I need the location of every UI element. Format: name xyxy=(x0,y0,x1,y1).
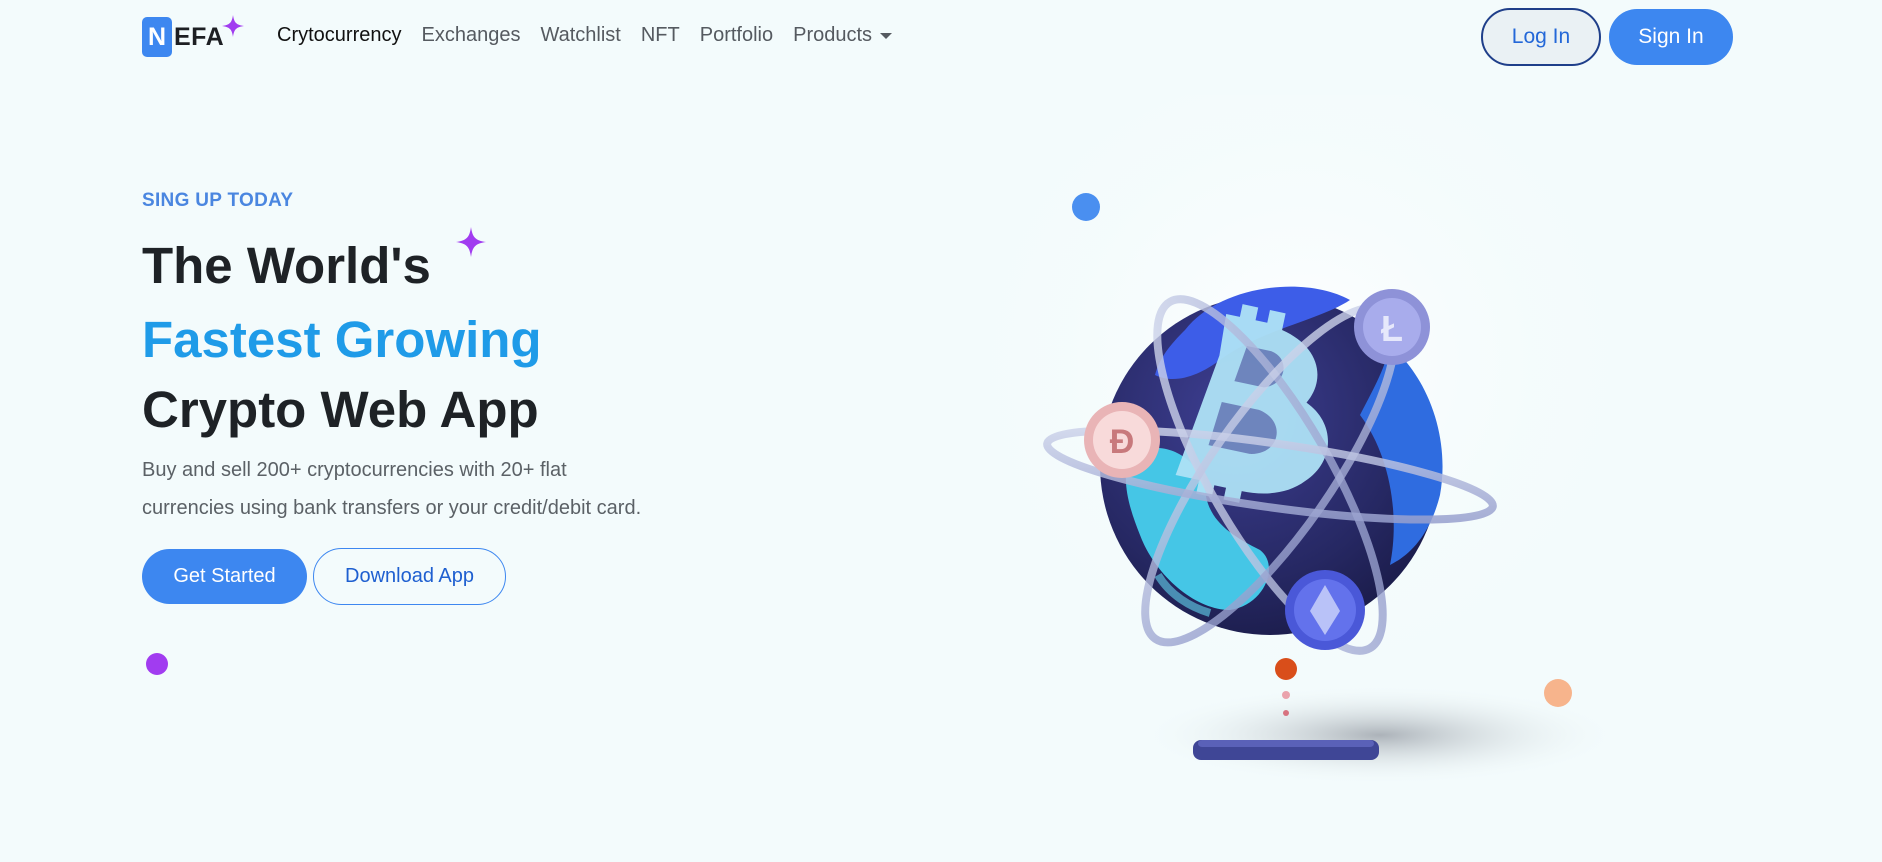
signin-button[interactable]: Sign In xyxy=(1609,9,1733,65)
landing-page: N EFA Crytocurrency Exchanges Watchlist … xyxy=(0,0,1882,862)
download-app-button[interactable]: Download App xyxy=(313,548,506,605)
nav-item-crytocurrency[interactable]: Crytocurrency xyxy=(277,24,401,47)
litecoin-coin-icon: Ł xyxy=(1354,289,1430,365)
decorative-dot xyxy=(146,653,168,675)
decorative-dot xyxy=(1072,193,1100,221)
nav-item-portfolio[interactable]: Portfolio xyxy=(700,24,773,47)
nav-item-watchlist[interactable]: Watchlist xyxy=(540,24,620,47)
phone-icon xyxy=(1193,740,1379,760)
ethereum-coin-icon xyxy=(1285,570,1365,650)
svg-text:Ł: Ł xyxy=(1381,308,1403,349)
nav-item-products-dropdown[interactable]: Products xyxy=(793,24,893,47)
logo-initial: N xyxy=(142,17,172,57)
get-started-button[interactable]: Get Started xyxy=(142,549,307,604)
nav-item-nft[interactable]: NFT xyxy=(641,24,680,47)
hero-description-line2: currencies using bank transfers or your … xyxy=(142,497,642,519)
sparkle-icon xyxy=(456,227,486,257)
nav-item-exchanges[interactable]: Exchanges xyxy=(421,24,520,47)
dogecoin-coin-icon: Ð xyxy=(1084,402,1160,478)
login-button[interactable]: Log In xyxy=(1481,8,1601,66)
decorative-dot xyxy=(1544,679,1572,707)
logo-text: EFA xyxy=(174,22,225,51)
caret-down-icon xyxy=(880,32,893,39)
hero-eyebrow: SING UP TODAY xyxy=(142,190,294,211)
crypto-globe-illustration: Ł Ð xyxy=(970,95,1630,785)
svg-text:Ð: Ð xyxy=(1110,423,1135,461)
sparkle-icon xyxy=(222,15,244,37)
hero-headline-line3: Crypto Web App xyxy=(142,381,539,438)
hero-headline-line2: Fastest Growing xyxy=(142,311,542,368)
hero-headline-line1: The World's xyxy=(142,237,431,294)
nav-item-products-label: Products xyxy=(793,24,873,46)
navbar: N EFA Crytocurrency Exchanges Watchlist … xyxy=(0,0,1882,76)
logo[interactable]: N EFA xyxy=(142,15,244,57)
hero-description-line1: Buy and sell 200+ cryptocurrencies with … xyxy=(142,459,567,481)
main-nav: Crytocurrency Exchanges Watchlist NFT Po… xyxy=(277,24,912,47)
decorative-dot xyxy=(1275,658,1297,680)
hero-description: Buy and sell 200+ cryptocurrencies with … xyxy=(142,451,682,527)
